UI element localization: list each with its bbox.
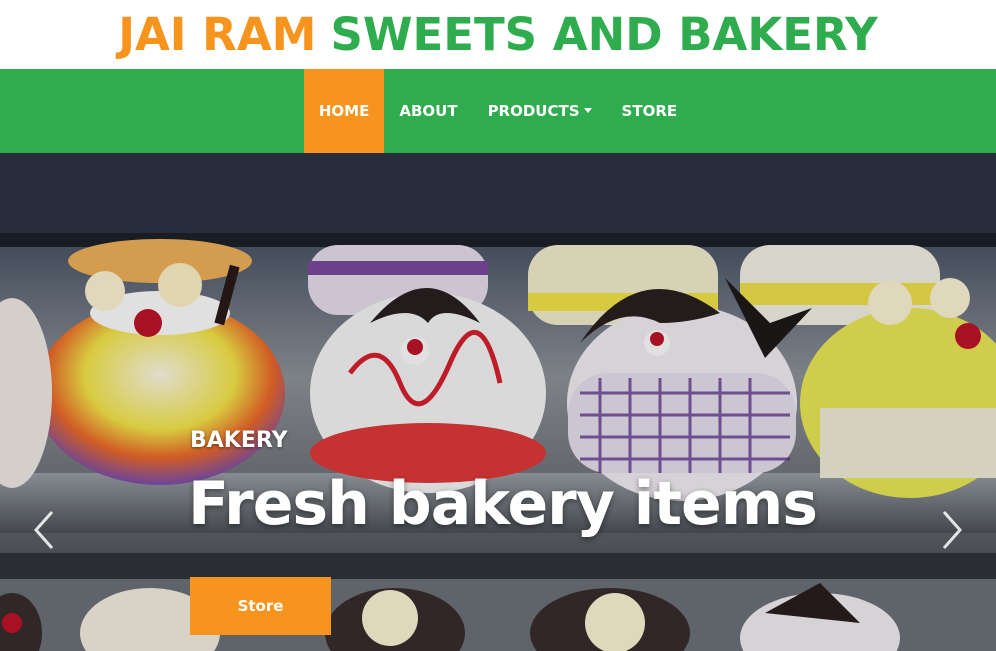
chevron-left-icon <box>33 511 54 549</box>
store-button[interactable]: Store <box>190 577 331 635</box>
site-title-sweets-and-bakery: SWEETS AND BAKERY <box>330 8 878 61</box>
site-title-jai-ram: JAI RAM <box>118 8 317 61</box>
main-nav: HOME ABOUT PRODUCTS STORE <box>0 69 996 153</box>
cake-display-image <box>0 153 996 651</box>
carousel-prev-button[interactable] <box>30 508 60 552</box>
carousel-title: Fresh bakery items <box>188 469 818 539</box>
nav-item-store-label: STORE <box>621 102 678 120</box>
nav-item-products-label: PRODUCTS <box>487 102 580 120</box>
site-title: JAI RAM SWEETS AND BAKERY <box>0 0 996 69</box>
nav-item-products[interactable]: PRODUCTS <box>473 69 607 153</box>
nav-item-about-label: ABOUT <box>399 102 458 120</box>
nav-item-home[interactable]: HOME <box>303 69 385 153</box>
nav-item-home-label: HOME <box>318 102 370 120</box>
nav-item-store[interactable]: STORE <box>607 69 693 153</box>
carousel-subtitle: BAKERY <box>190 428 288 453</box>
hero-carousel: BAKERY Fresh bakery items Store <box>0 153 996 651</box>
carousel-next-button[interactable] <box>936 508 966 552</box>
nav-item-about[interactable]: ABOUT <box>384 69 472 153</box>
chevron-right-icon <box>942 511 963 549</box>
caret-down-icon <box>583 107 592 113</box>
